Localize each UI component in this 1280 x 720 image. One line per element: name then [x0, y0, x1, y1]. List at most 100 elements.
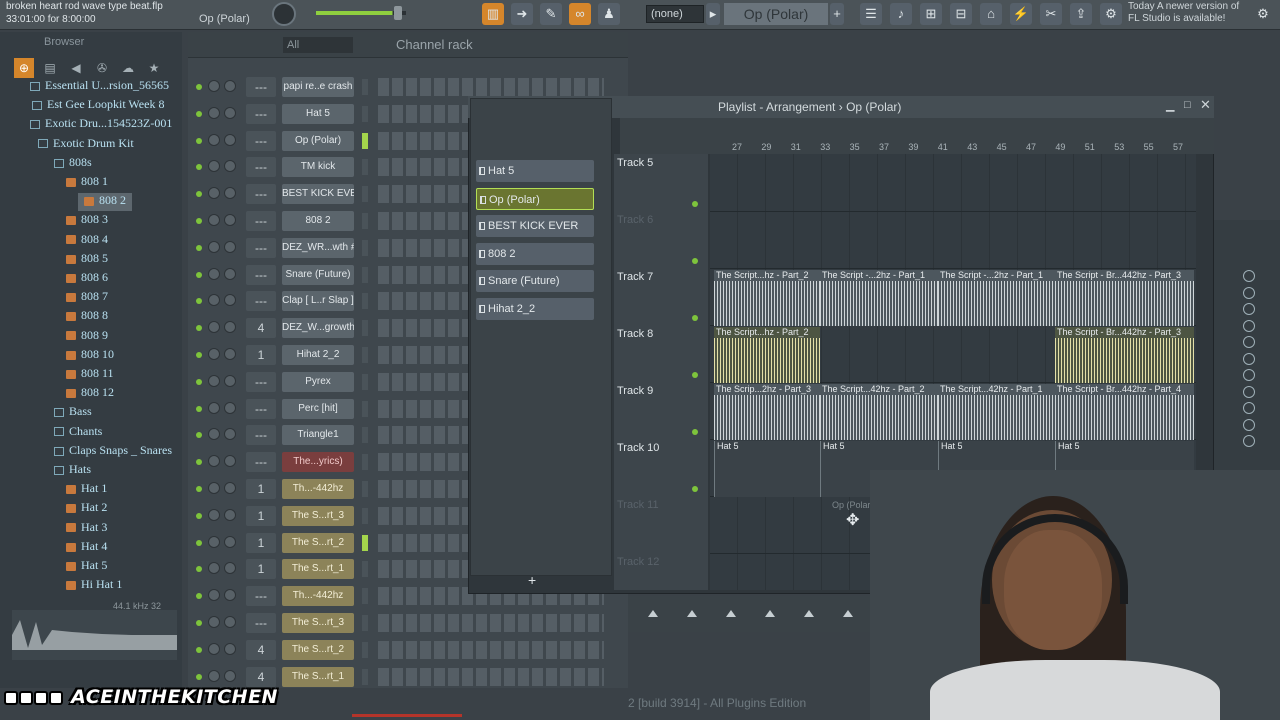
scroll-up-arrow-icon[interactable] [726, 610, 736, 617]
track-header[interactable]: Track 8 [617, 328, 703, 340]
channel-name-button[interactable]: Snare (Future) [282, 264, 354, 285]
channel-mute-led[interactable] [196, 378, 202, 385]
channel-select-indicator[interactable] [362, 266, 368, 283]
channel-pan-knob[interactable] [208, 508, 220, 521]
channel-mixer-track[interactable]: 4 [246, 318, 276, 339]
mixer-knob[interactable] [1243, 303, 1255, 315]
channel-mixer-track[interactable]: --- [246, 211, 276, 231]
playlist-clip[interactable]: The Script...42hz - Part_2 [820, 384, 938, 440]
browser-item-11[interactable]: 808 7 [66, 289, 108, 307]
channel-volume-knob[interactable] [224, 187, 236, 200]
channel-mixer-track[interactable]: 1 [246, 479, 276, 499]
channel-mute-led[interactable] [196, 459, 202, 466]
channel-name-button[interactable]: Pyrex [282, 371, 354, 392]
picker-item[interactable]: Op (Polar) [476, 187, 594, 210]
channel-name-button[interactable]: Clap [ L..r Slap ] [282, 291, 354, 312]
add-track-icon[interactable]: + [528, 572, 536, 588]
playlist-clip[interactable]: Hat 5 [714, 441, 820, 497]
channel-volume-knob[interactable] [224, 428, 236, 441]
channel-mute-led[interactable] [196, 244, 202, 251]
track-enable-led[interactable] [692, 372, 698, 378]
browser-item-7[interactable]: 808 3 [66, 212, 108, 230]
channel-mute-led[interactable] [196, 164, 202, 171]
channel-pan-knob[interactable] [208, 562, 220, 575]
channel-select-indicator[interactable] [362, 105, 368, 122]
channel-volume-knob[interactable] [224, 267, 236, 280]
channel-mixer-track[interactable]: --- [246, 77, 276, 97]
browser-item-8[interactable]: 808 4 [66, 232, 108, 250]
channel-pan-knob[interactable] [208, 428, 220, 441]
plugin-icon[interactable]: ✇ [92, 58, 112, 78]
channel-select-indicator[interactable] [362, 213, 368, 229]
track-enable-led[interactable] [692, 201, 698, 207]
channel-mute-led[interactable] [196, 539, 202, 546]
add-pattern-icon[interactable]: + [830, 3, 844, 25]
channel-volume-knob[interactable] [224, 401, 236, 414]
channel-pan-knob[interactable] [208, 642, 220, 655]
shop-icon[interactable]: ⚙ [1100, 3, 1122, 25]
channel-mixer-track[interactable]: --- [246, 613, 276, 633]
channel-name-button[interactable]: The S...rt_1 [282, 666, 354, 687]
channel-mixer-track[interactable]: --- [246, 264, 276, 285]
channel-name-button[interactable]: Op (Polar) [282, 130, 354, 151]
channel-select-indicator[interactable] [362, 668, 368, 685]
channel-mixer-track[interactable]: --- [246, 237, 276, 258]
channel-volume-knob[interactable] [224, 80, 236, 92]
channel-name-button[interactable]: Perc [hit] [282, 398, 354, 419]
scroll-up-arrow-icon[interactable] [765, 610, 775, 617]
picker-item[interactable]: 808 2 [476, 242, 594, 265]
channel-pan-knob[interactable] [208, 616, 220, 628]
minimize-icon[interactable]: ▁ [1166, 99, 1174, 112]
track-header[interactable]: Track 6 [617, 214, 703, 226]
track-enable-led[interactable] [692, 258, 698, 264]
browser-item-17[interactable]: Bass [54, 404, 92, 422]
scroll-up-arrow-icon[interactable] [843, 610, 853, 617]
browser-item-5[interactable]: 808 1 [66, 174, 108, 192]
browser-item-21[interactable]: Hat 1 [66, 481, 107, 499]
track-header[interactable]: Track 11 [617, 499, 703, 511]
channel-mute-led[interactable] [196, 566, 202, 573]
channel-mixer-track[interactable]: --- [246, 586, 276, 607]
browser-item-10[interactable]: 808 6 [66, 270, 108, 288]
channel-volume-knob[interactable] [224, 669, 236, 682]
channel-volume-knob[interactable] [224, 562, 236, 575]
playlist-icon[interactable]: ☰ [860, 3, 882, 25]
arrow-right-icon[interactable]: ➜ [511, 3, 533, 25]
channel-mute-led[interactable] [196, 620, 202, 626]
track-header[interactable]: Track 7 [617, 271, 703, 283]
browser-item-25[interactable]: Hat 5 [66, 558, 107, 576]
channel-mixer-track[interactable]: --- [246, 425, 276, 446]
channel-name-button[interactable]: papi re..e crash [282, 77, 354, 97]
channel-select-indicator[interactable] [362, 400, 368, 417]
mixer-knob[interactable] [1243, 352, 1255, 365]
snap-select[interactable]: (none) [646, 5, 704, 23]
channel-rack-icon[interactable]: ⊟ [950, 3, 972, 25]
file-icon[interactable]: ▤ [40, 58, 60, 78]
channel-mute-led[interactable] [196, 432, 202, 439]
channel-pan-knob[interactable] [208, 482, 220, 494]
channel-mixer-track[interactable]: 1 [246, 345, 276, 365]
channel-select-indicator[interactable] [362, 615, 368, 631]
browser-item-13[interactable]: 808 9 [66, 328, 108, 346]
channel-volume-knob[interactable] [224, 240, 236, 253]
channel-mixer-track[interactable]: 1 [246, 559, 276, 580]
video-icon[interactable]: ⇪ [1070, 3, 1092, 25]
channel-pan-knob[interactable] [208, 348, 220, 360]
speaker-icon[interactable]: ◀ [66, 58, 86, 78]
picker-item[interactable]: Snare (Future) [476, 270, 594, 293]
channel-volume-knob[interactable] [224, 133, 236, 146]
channel-volume-knob[interactable] [224, 455, 236, 468]
cloud-icon[interactable]: ☁ [118, 58, 138, 78]
browser-item-12[interactable]: 808 8 [66, 308, 108, 326]
channel-mute-led[interactable] [196, 137, 202, 144]
channel-mixer-track[interactable]: 1 [246, 505, 276, 526]
scroll-up-arrow-icon[interactable] [804, 610, 814, 617]
channel-mixer-track[interactable]: --- [246, 103, 276, 124]
track-enable-led[interactable] [692, 315, 698, 321]
step-sequencer-row[interactable] [378, 78, 604, 96]
playlist-clip[interactable]: The Script -...2hz - Part_1 [938, 270, 1055, 326]
channel-volume-knob[interactable] [224, 348, 236, 360]
picker-item[interactable]: Hat 5 [476, 160, 594, 182]
channel-mute-led[interactable] [196, 486, 202, 492]
channel-volume-knob[interactable] [224, 214, 236, 226]
